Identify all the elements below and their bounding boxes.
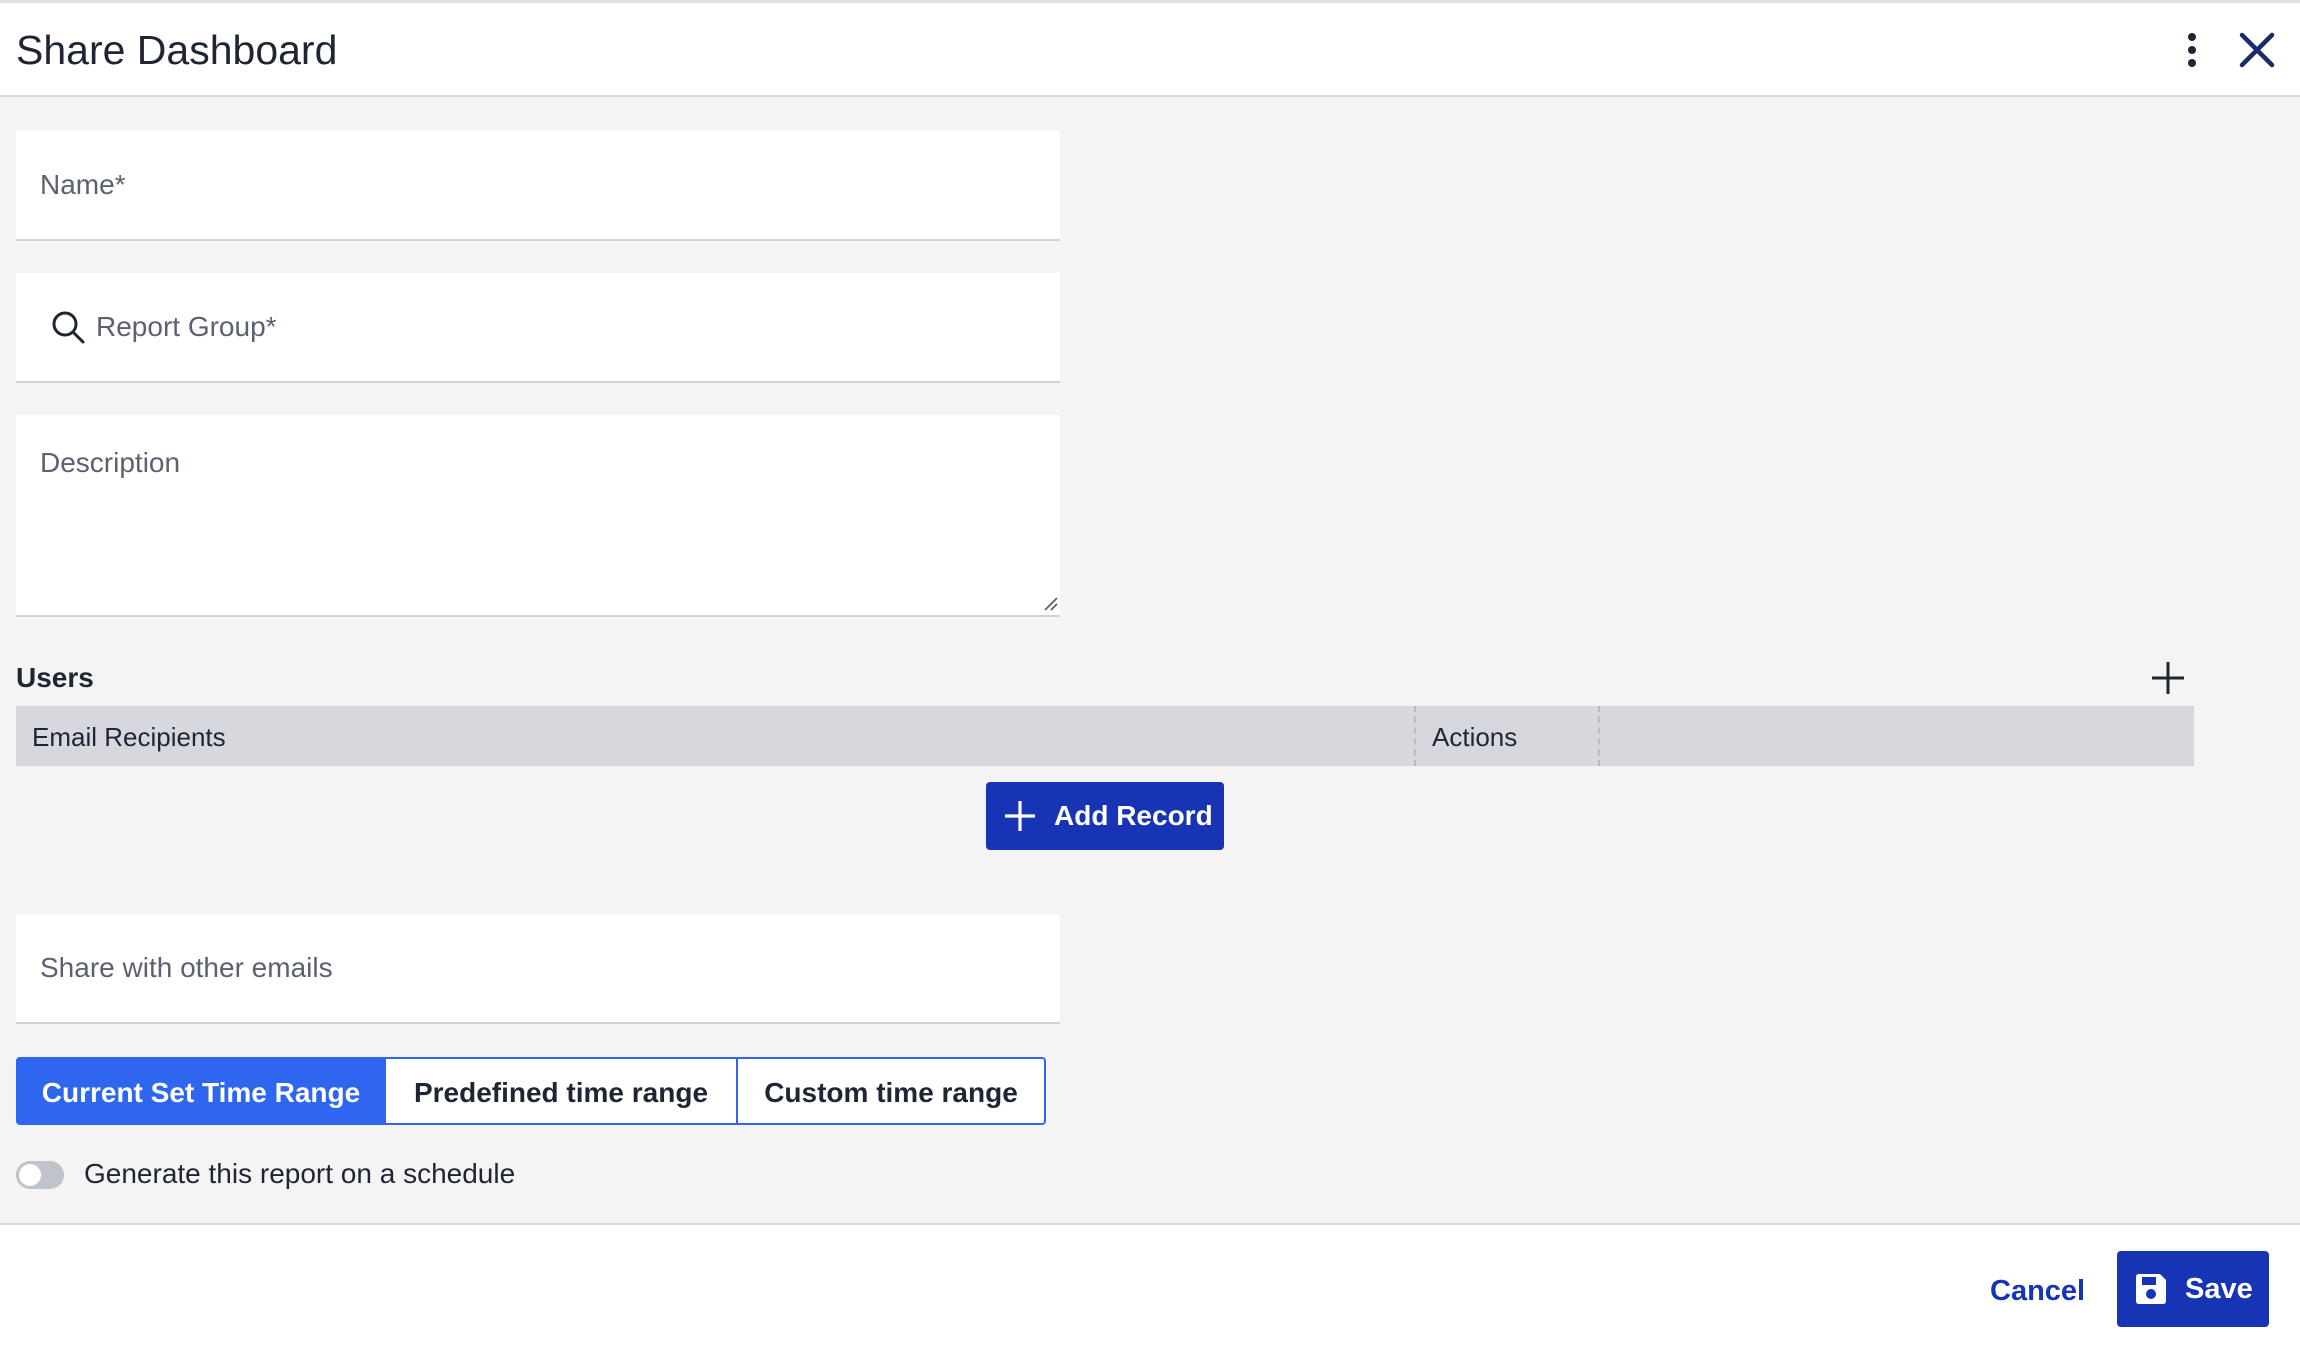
column-header-actions[interactable]: Actions [1432,722,1517,753]
resize-handle-icon[interactable] [1042,595,1058,611]
report-group-input[interactable] [16,273,1060,381]
users-table-header: Email Recipients Actions [16,706,2194,766]
save-disk-icon [2136,1274,2166,1304]
column-header-email-recipients[interactable]: Email Recipients [32,722,226,753]
dialog-header: Share Dashboard [0,3,2300,97]
schedule-toggle-label: Generate this report on a schedule [84,1158,516,1189]
description-field [16,415,1060,617]
report-group-field [16,273,1060,383]
save-label: Save [2185,1273,2253,1305]
more-options-icon[interactable] [2180,33,2204,73]
share-emails-field [16,914,1060,1024]
name-field [16,131,1060,241]
time-range-current-button[interactable]: Current Set Time Range [16,1057,386,1125]
users-section-title: Users [16,662,94,693]
add-record-button[interactable]: Add Record [986,782,1224,850]
cancel-button[interactable]: Cancel [1990,1275,2085,1308]
save-button[interactable]: Save [2117,1251,2269,1327]
add-record-label: Add Record [1054,800,1213,831]
share-emails-input[interactable] [16,914,1060,1022]
add-user-plus-icon[interactable] [2148,658,2188,698]
dialog-title: Share Dashboard [16,27,338,73]
dialog-footer: Cancel Save [0,1223,2300,1350]
plus-icon [1005,801,1035,831]
search-icon [52,311,85,344]
description-textarea[interactable] [16,415,1060,613]
time-range-predefined-button[interactable]: Predefined time range [384,1057,738,1125]
column-divider[interactable] [1598,706,1600,766]
close-icon[interactable] [2234,27,2280,73]
time-range-custom-button[interactable]: Custom time range [736,1057,1046,1125]
toggle-knob [19,1164,41,1186]
column-divider[interactable] [1414,706,1416,766]
schedule-toggle[interactable] [16,1161,64,1189]
name-input[interactable] [16,131,1060,239]
